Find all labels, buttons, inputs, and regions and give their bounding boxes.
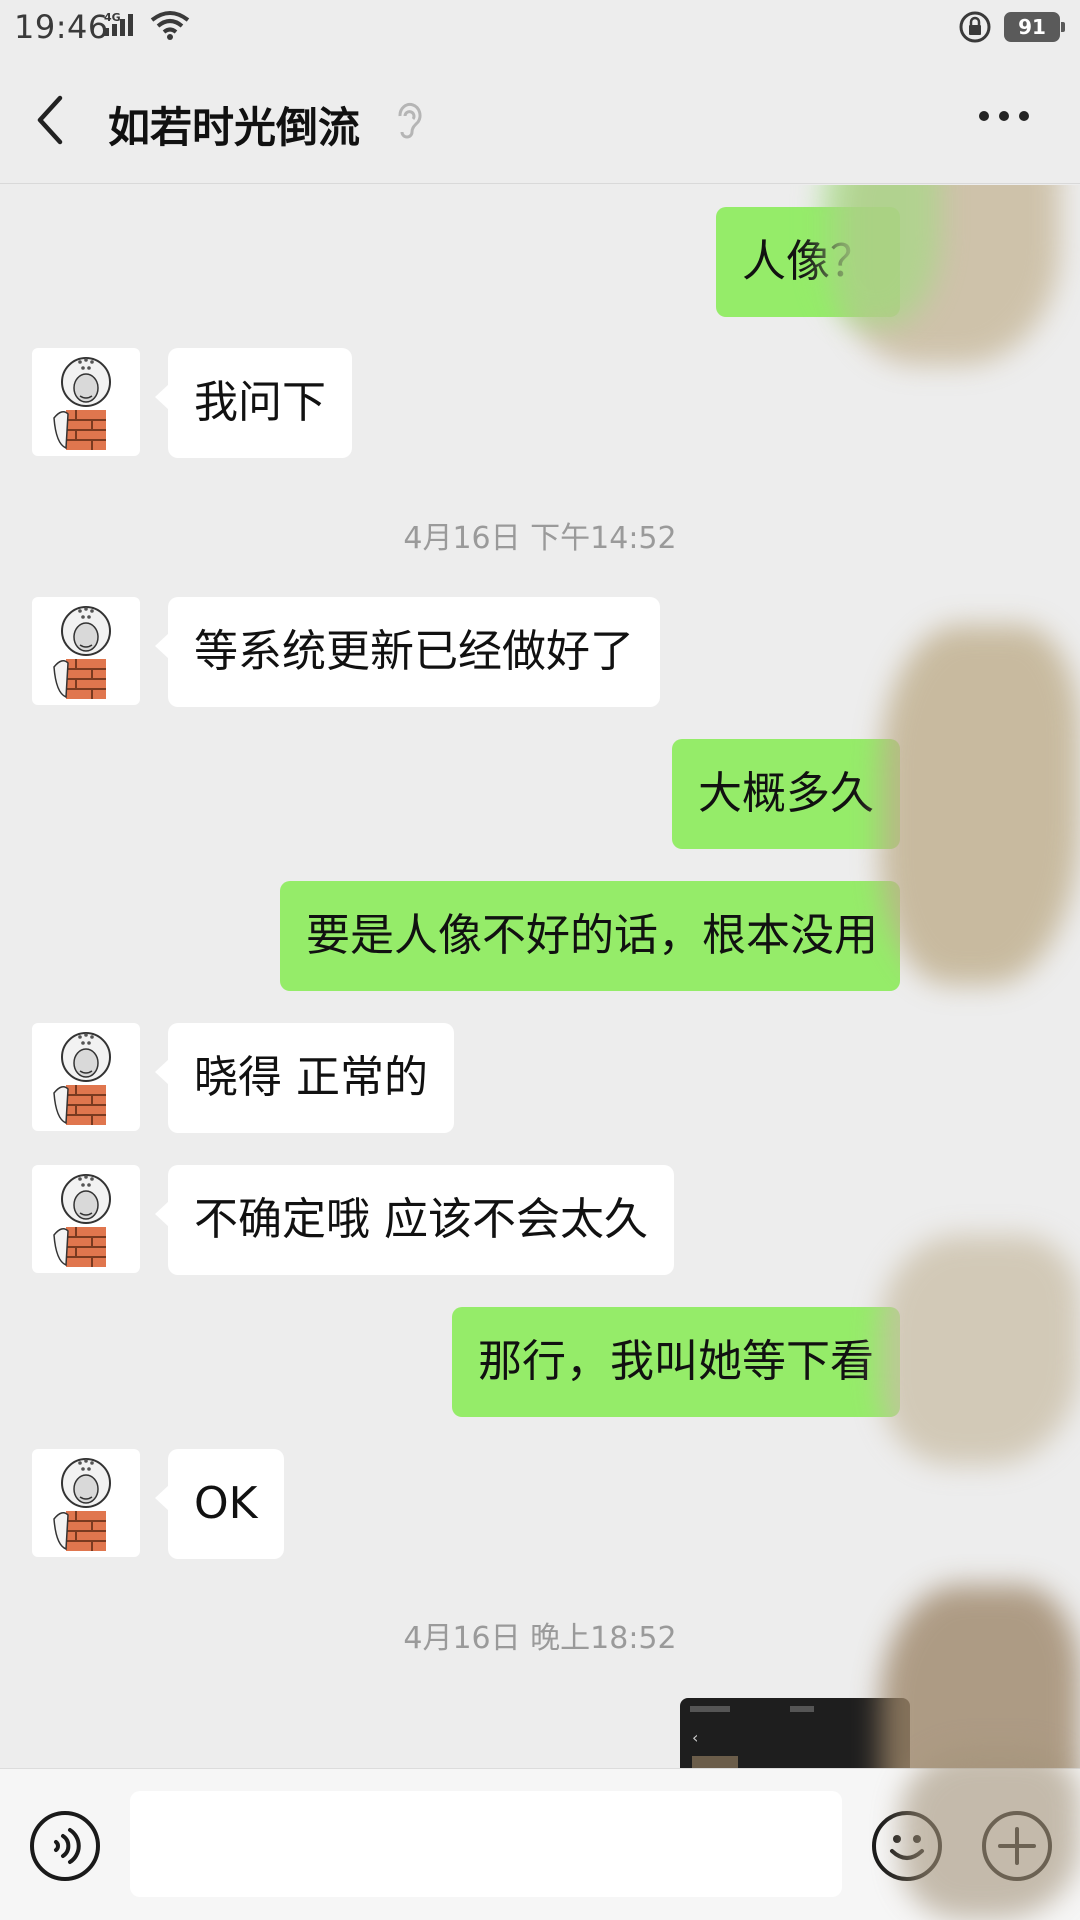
message-row-outgoing: 人像？ bbox=[0, 207, 1080, 317]
message-bubble-incoming[interactable]: 我问下 bbox=[155, 348, 352, 458]
message-row-incoming: 不确定哦 应该不会太久 bbox=[0, 1165, 1080, 1275]
plus-icon[interactable] bbox=[980, 1809, 1054, 1887]
avatar[interactable] bbox=[32, 348, 140, 456]
message-input[interactable] bbox=[130, 1791, 842, 1897]
message-bubble-outgoing[interactable]: 人像？ bbox=[716, 207, 900, 317]
emoji-icon[interactable] bbox=[870, 1809, 944, 1887]
message-row-incoming: OK bbox=[0, 1449, 1080, 1559]
more-dots-icon[interactable] bbox=[976, 106, 1032, 130]
avatar[interactable] bbox=[32, 1449, 140, 1557]
chevron-left-icon[interactable] bbox=[30, 92, 70, 152]
message-row-outgoing: 那行，我叫她等下看 bbox=[0, 1307, 1080, 1417]
voice-icon[interactable] bbox=[28, 1809, 102, 1887]
ear-icon bbox=[394, 98, 424, 146]
status-time: 19:46 bbox=[14, 8, 109, 46]
input-bar bbox=[0, 1749, 1080, 1920]
rotation-lock-icon bbox=[958, 10, 992, 52]
chat-header: 如若时光倒流 bbox=[0, 56, 1080, 184]
message-bubble-incoming[interactable]: 等系统更新已经做好了 bbox=[155, 597, 660, 707]
message-row-incoming: 晓得 正常的 bbox=[0, 1023, 1080, 1133]
message-list[interactable]: 人像？ 我问下 4月16日 下午14:52 等系统更新已经做好了 大概多久 要是… bbox=[0, 185, 1080, 1768]
avatar[interactable] bbox=[32, 1023, 140, 1131]
message-row-outgoing: 要是人像不好的话，根本没用 bbox=[0, 881, 1080, 991]
message-bubble-outgoing[interactable]: 要是人像不好的话，根本没用 bbox=[280, 881, 900, 991]
message-bubble-outgoing[interactable]: 大概多久 bbox=[672, 739, 900, 849]
avatar[interactable] bbox=[32, 1165, 140, 1273]
message-bubble-incoming[interactable]: 不确定哦 应该不会太久 bbox=[155, 1165, 674, 1275]
message-row-incoming: 我问下 bbox=[0, 348, 1080, 458]
message-row-outgoing: 大概多久 bbox=[0, 739, 1080, 849]
avatar[interactable] bbox=[32, 597, 140, 705]
message-timestamp: 4月16日 下午14:52 bbox=[403, 521, 677, 556]
message-bubble-outgoing[interactable]: 那行，我叫她等下看 bbox=[452, 1307, 900, 1417]
status-bar: 19:46 4G 91 bbox=[0, 0, 1080, 56]
message-timestamp: 4月16日 晚上18:52 bbox=[403, 1621, 677, 1656]
message-bubble-incoming[interactable]: 晓得 正常的 bbox=[155, 1023, 454, 1133]
message-row-incoming: 等系统更新已经做好了 bbox=[0, 597, 1080, 707]
message-image-outgoing[interactable]: ‹ bbox=[680, 1698, 910, 1768]
chat-title: 如若时光倒流 bbox=[108, 103, 361, 152]
battery-indicator: 91 bbox=[1004, 12, 1065, 42]
signal-icon: 4G bbox=[104, 10, 148, 50]
message-bubble-incoming[interactable]: OK bbox=[155, 1449, 284, 1559]
svg-text:4G: 4G bbox=[104, 11, 121, 24]
wifi-icon bbox=[150, 10, 190, 50]
